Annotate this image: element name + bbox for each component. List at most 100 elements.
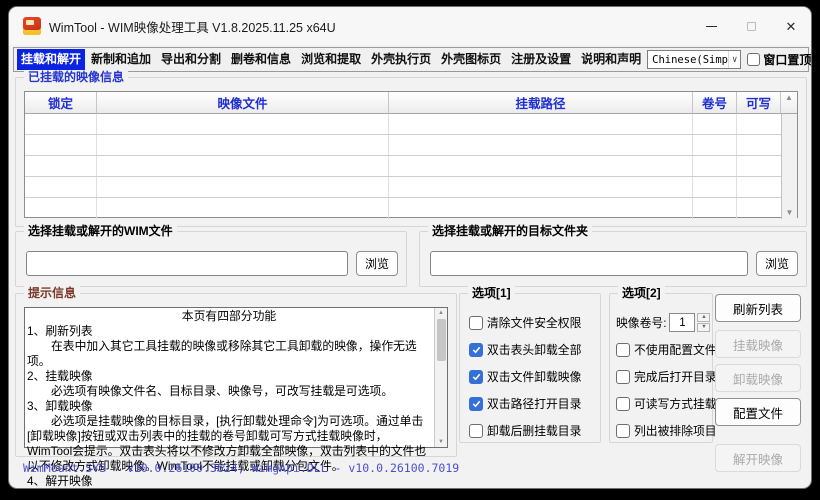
maximize-button[interactable] (731, 7, 771, 45)
checkbox-delete-mount-dir-after-unmount[interactable]: 卸载后删挂载目录 (469, 418, 598, 443)
checkbox-box[interactable] (469, 397, 483, 411)
app-window: WimTool - WIM映像处理工具 V1.8.2025.11.25 x64U… (8, 6, 812, 489)
options2-legend: 选项[2] (618, 286, 665, 300)
table-row[interactable] (25, 135, 781, 156)
language-select-value: Chinese(Simp (652, 54, 728, 66)
checkbox-box[interactable] (469, 343, 483, 357)
checkbox-dblclick-header-unmount-all[interactable]: 双击表头卸载全部 (469, 337, 598, 362)
minimize-button[interactable] (691, 7, 731, 45)
hint-line: 必选项有映像文件名、目标目录、映像号，可改写挂载是可选项。 (27, 384, 431, 399)
cell-file (97, 177, 389, 197)
image-volume-label: 映像卷号: (616, 314, 666, 331)
column-header-image-file[interactable]: 映像文件 (97, 92, 389, 114)
topmost-checkbox-box[interactable] (747, 53, 760, 66)
scroll-down-icon[interactable]: ▼ (786, 209, 794, 217)
hint-line: 1、刷新列表 (27, 324, 431, 339)
image-volume-stepper: ▲ ▼ (697, 313, 710, 332)
topmost-label: 窗口置顶 (763, 51, 811, 68)
app-icon[interactable] (23, 17, 41, 35)
scrollbar-thumb[interactable] (437, 319, 446, 361)
checkbox-mount-readwrite[interactable]: 可读写方式挂载 (616, 391, 710, 416)
mounted-images-legend: 已挂载的映像信息 (24, 70, 128, 84)
wim-file-group: 选择挂载或解开的WIM文件 浏览 (15, 231, 407, 287)
table-header-row[interactable]: 锁定 映像文件 挂载路径 卷号 可写 ▲ (25, 92, 797, 114)
cell-volume (693, 198, 737, 219)
image-volume-input[interactable] (669, 313, 695, 332)
column-header-mount-path[interactable]: 挂载路径 (389, 92, 693, 114)
hint-line: 2、挂载映像 (27, 369, 431, 384)
cell-path (389, 177, 693, 197)
cell-file (97, 156, 389, 176)
tab-export-split[interactable]: 导出和分割 (157, 49, 225, 70)
mounted-images-group: 已挂载的映像信息 锁定 映像文件 挂载路径 卷号 可写 ▲ ▼ (15, 77, 807, 227)
scroll-up-icon[interactable]: ▲ (785, 94, 793, 102)
cell-path (389, 135, 693, 155)
checkbox-box[interactable] (469, 424, 483, 438)
target-browse-button[interactable]: 浏览 (756, 251, 798, 276)
unmount-image-button[interactable]: 卸载映像 (715, 364, 801, 392)
extract-image-button[interactable]: 解开映像 (715, 444, 801, 472)
checkbox-dblclick-path-open-dir[interactable]: 双击路径打开目录 (469, 391, 598, 416)
hint-line: 4、解开映像 (27, 474, 431, 489)
status-text: WimMount.SYS - v10.0.26100.3624; WimgApi… (23, 461, 459, 475)
tab-browse-extract[interactable]: 浏览和提取 (297, 49, 365, 70)
tab-delete-info[interactable]: 删卷和信息 (227, 49, 295, 70)
hint-legend: 提示信息 (24, 286, 80, 300)
checkbox-box[interactable] (616, 397, 630, 411)
checkbox-open-dir-after-done[interactable]: 完成后打开目录 (616, 364, 710, 389)
checkbox-clear-file-acl[interactable]: 清除文件安全权限 (469, 310, 598, 335)
tab-register-settings[interactable]: 注册及设置 (507, 49, 575, 70)
cell-file (97, 135, 389, 155)
cell-volume (693, 135, 737, 155)
hint-scrollbar[interactable]: ▲ ▼ (434, 308, 447, 447)
tab-create-append[interactable]: 新制和追加 (87, 49, 155, 70)
tab-shell-exec[interactable]: 外壳执行页 (367, 49, 435, 70)
options1-group: 选项[1] 清除文件安全权限 双击表头卸载全部 双击文件卸载映像 双击路径打开目… (459, 293, 601, 443)
cell-writable (737, 198, 781, 219)
cell-volume (693, 177, 737, 197)
tab-about[interactable]: 说明和声明 (577, 49, 645, 70)
mount-image-button[interactable]: 挂载映像 (715, 330, 801, 358)
table-row[interactable] (25, 198, 781, 219)
options2-group: 选项[2] 映像卷号: ▲ ▼ 不使用配置文件 完成后打开目录 可读写方式挂载 (609, 293, 713, 443)
checkbox-list-excluded-items[interactable]: 列出被排除项目 (616, 418, 710, 443)
checkbox-dblclick-file-unmount[interactable]: 双击文件卸载映像 (469, 364, 598, 389)
tab-shell-icon[interactable]: 外壳图标页 (437, 49, 505, 70)
checkbox-box[interactable] (469, 316, 483, 330)
maximize-icon (747, 22, 756, 31)
checkbox-box[interactable] (616, 343, 630, 357)
cell-writable (737, 156, 781, 176)
scroll-down-icon[interactable]: ▼ (438, 438, 444, 446)
table-body: ▼ (25, 114, 797, 219)
cell-path (389, 156, 693, 176)
scroll-up-icon[interactable]: ▲ (438, 309, 444, 317)
tab-mount-unmount[interactable]: 挂载和解开 (17, 49, 85, 70)
wim-browse-button[interactable]: 浏览 (356, 251, 398, 276)
checkbox-no-config-file[interactable]: 不使用配置文件 (616, 337, 710, 362)
topmost-checkbox[interactable]: 窗口置顶 (747, 51, 811, 68)
table-scrollbar[interactable]: ▼ (781, 114, 797, 219)
column-header-volume[interactable]: 卷号 (693, 92, 737, 114)
checkbox-box[interactable] (616, 370, 630, 384)
refresh-list-button[interactable]: 刷新列表 (715, 294, 801, 322)
column-header-lock[interactable]: 锁定 (25, 92, 97, 114)
checkbox-box[interactable] (616, 424, 630, 438)
cell-lock (25, 114, 97, 134)
table-row[interactable] (25, 114, 781, 135)
hint-line: 3、卸载映像 (27, 399, 431, 414)
close-button[interactable]: ✕ (771, 7, 811, 45)
target-folder-group: 选择挂载或解开的目标文件夹 浏览 (419, 231, 807, 287)
spin-up-icon[interactable]: ▲ (697, 313, 710, 322)
checkbox-box[interactable] (469, 370, 483, 384)
target-folder-input[interactable] (430, 251, 748, 276)
hint-line: 在表中加入其它工具挂载的映像或移除其它工具卸载的映像，操作无选项。 (27, 339, 431, 369)
language-select[interactable]: Chinese(Simp ∨ (647, 50, 741, 69)
cell-writable (737, 114, 781, 134)
table-row[interactable] (25, 156, 781, 177)
spin-down-icon[interactable]: ▼ (697, 323, 710, 332)
column-header-writable[interactable]: 可写 (737, 92, 781, 114)
minimize-icon (706, 26, 717, 27)
wim-file-input[interactable] (26, 251, 348, 276)
table-row[interactable] (25, 177, 781, 198)
config-file-button[interactable]: 配置文件 (715, 398, 801, 426)
